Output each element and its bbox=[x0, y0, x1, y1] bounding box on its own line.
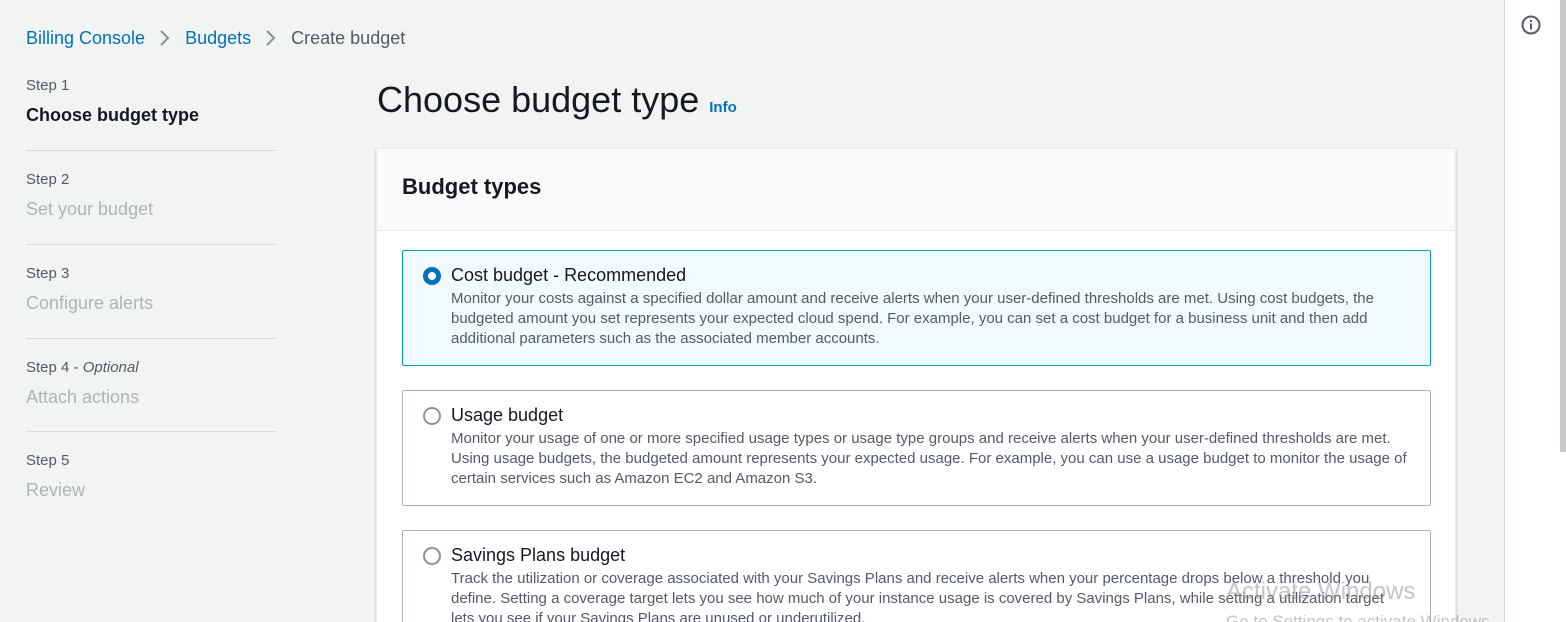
step-title: Configure alerts bbox=[26, 293, 154, 313]
step-divider bbox=[26, 244, 276, 245]
budget-types-container: Budget types Cost budget - Recommended M… bbox=[376, 148, 1456, 622]
breadcrumb-current: Create budget bbox=[291, 27, 406, 48]
tools-panel bbox=[1504, 0, 1566, 622]
savings-plans-budget-option[interactable]: Savings Plans budget Track the utilizati… bbox=[402, 530, 1431, 622]
radio-unselected[interactable] bbox=[423, 407, 441, 425]
step-3: Step 3 Configure alerts bbox=[26, 264, 276, 314]
option-description: Monitor your usage of one or more specif… bbox=[451, 430, 1407, 487]
step-divider bbox=[26, 338, 276, 339]
step-divider bbox=[26, 431, 276, 432]
step-4: Step 4 - Optional Attach actions bbox=[26, 358, 276, 408]
chevron-right-icon bbox=[145, 27, 185, 49]
option-title: Cost budget - Recommended bbox=[451, 265, 687, 285]
step-title: Review bbox=[26, 480, 86, 500]
step-number: Step 5 bbox=[26, 452, 70, 469]
container-header: Budget types bbox=[377, 149, 1455, 231]
step-5: Step 5 Review bbox=[26, 451, 276, 501]
breadcrumb: Billing Console Budgets Create budget bbox=[26, 27, 405, 49]
container-title: Budget types bbox=[402, 174, 542, 199]
option-description: Track the utilization or coverage associ… bbox=[451, 570, 1385, 622]
step-divider bbox=[26, 150, 276, 151]
step-number: Step 1 bbox=[26, 77, 70, 94]
info-link[interactable]: Info bbox=[709, 86, 737, 130]
step-number: Step 3 bbox=[26, 265, 70, 282]
breadcrumb-budgets[interactable]: Budgets bbox=[185, 28, 251, 49]
breadcrumb-billing-console[interactable]: Billing Console bbox=[26, 28, 145, 49]
scrollbar[interactable] bbox=[1560, 0, 1566, 452]
option-title: Usage budget bbox=[451, 405, 564, 425]
info-circle-icon[interactable] bbox=[1520, 14, 1542, 36]
chevron-right-icon bbox=[251, 27, 291, 49]
step-1: Step 1 Choose budget type bbox=[26, 76, 276, 126]
radio-unselected[interactable] bbox=[423, 547, 441, 565]
radio-selected[interactable] bbox=[423, 267, 441, 285]
cost-budget-option[interactable]: Cost budget - Recommended Monitor your c… bbox=[402, 250, 1431, 366]
step-2: Step 2 Set your budget bbox=[26, 170, 276, 220]
option-title: Savings Plans budget bbox=[451, 545, 626, 565]
option-description: Monitor your costs against a specified d… bbox=[451, 290, 1374, 347]
step-title: Choose budget type bbox=[26, 105, 200, 125]
step-number: Step 2 bbox=[26, 171, 70, 188]
usage-budget-option[interactable]: Usage budget Monitor your usage of one o… bbox=[402, 390, 1431, 506]
step-title: Set your budget bbox=[26, 199, 154, 219]
step-optional-label: Optional bbox=[82, 359, 139, 376]
page-title-text: Choose budget type bbox=[377, 79, 700, 120]
page-title: Choose budget type Info bbox=[377, 78, 737, 130]
step-number: Step 4 - Optional bbox=[26, 359, 139, 376]
step-title: Attach actions bbox=[26, 387, 140, 407]
